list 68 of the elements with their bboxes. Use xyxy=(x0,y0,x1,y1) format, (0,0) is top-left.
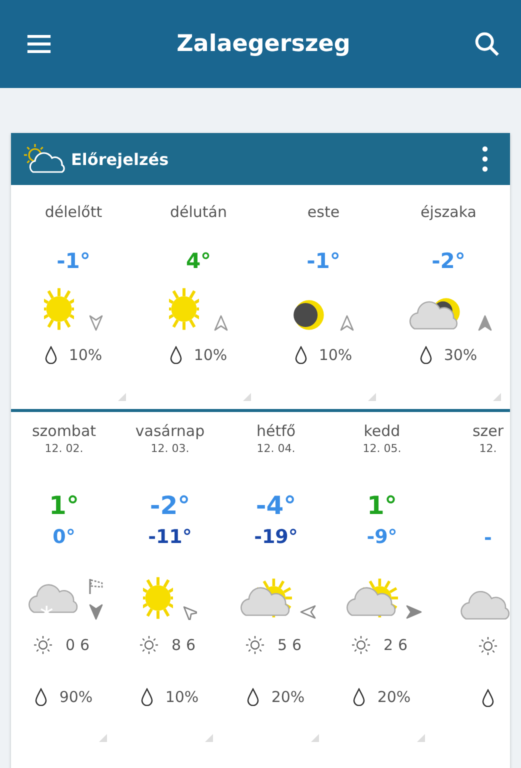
temperature: -2° xyxy=(432,249,466,273)
corner-mark xyxy=(493,393,501,401)
low-temperature: 0° xyxy=(52,526,76,548)
low-temperature: -11° xyxy=(148,526,192,548)
low-temperature: - xyxy=(484,527,492,549)
corner-mark xyxy=(118,393,126,401)
drop-icon xyxy=(353,688,366,706)
day-date: 12. 02. xyxy=(44,442,84,455)
precipitation-chance: 20% xyxy=(377,688,411,706)
high-temperature: 1° xyxy=(49,491,79,520)
day-date: 12. 04. xyxy=(256,442,296,455)
precipitation-chance: 20% xyxy=(271,688,305,706)
precipitation-chance: 10% xyxy=(318,346,352,364)
drop-icon xyxy=(247,688,260,706)
high-temperature: 1° xyxy=(367,491,397,520)
day-name: kedd xyxy=(364,422,400,440)
period-label: este xyxy=(307,203,340,221)
sun-outline-icon xyxy=(478,636,498,656)
period-label: délután xyxy=(170,203,227,221)
precipitation-chance: 90% xyxy=(59,688,93,706)
sun-cloud-icon xyxy=(21,143,65,175)
drop-icon xyxy=(482,689,494,707)
period-label: délelőtt xyxy=(44,203,102,221)
corner-mark xyxy=(417,734,425,742)
corner-mark xyxy=(311,734,319,742)
corner-mark xyxy=(99,734,107,742)
sunshine-hours: 06 xyxy=(65,636,95,654)
temperature: 4° xyxy=(186,249,212,273)
period-label: éjszaka xyxy=(420,203,476,221)
precipitation-chance: 10% xyxy=(68,346,102,364)
temperature: -1° xyxy=(56,249,90,273)
sun-outline-icon xyxy=(33,635,54,655)
drop-icon xyxy=(44,346,57,364)
day-name: szer xyxy=(472,422,504,440)
precipitation-chance: 10% xyxy=(194,346,228,364)
card-title: Előrejelzés xyxy=(71,150,170,168)
sunshine-hours: 26 xyxy=(383,636,413,654)
app-title: Zalaegerszeg xyxy=(176,31,350,57)
precipitation-chance: 30% xyxy=(444,346,478,364)
low-temperature: -9° xyxy=(366,526,398,548)
day-name: szombat xyxy=(32,422,96,440)
drop-icon xyxy=(294,346,307,364)
drop-icon xyxy=(35,688,48,706)
drop-icon xyxy=(420,346,432,364)
sun-outline-icon xyxy=(139,635,160,655)
corner-mark xyxy=(243,393,251,401)
search-icon[interactable] xyxy=(475,32,499,56)
temperature: -1° xyxy=(306,249,340,273)
high-temperature: -2° xyxy=(150,491,190,520)
more-icon[interactable] xyxy=(482,146,488,172)
day-date: 12. xyxy=(479,442,497,455)
windsock-icon xyxy=(88,578,104,594)
drop-icon xyxy=(141,688,154,706)
day-name: vasárnap xyxy=(135,422,205,440)
sun-outline-icon xyxy=(351,635,372,655)
sunshine-hours: 86 xyxy=(171,636,201,654)
low-temperature: -19° xyxy=(254,526,298,548)
sunshine-hours: 56 xyxy=(277,636,307,654)
day-date: 12. 05. xyxy=(362,442,402,455)
menu-icon[interactable] xyxy=(26,35,52,53)
corner-mark xyxy=(205,734,213,742)
drop-icon xyxy=(170,346,182,364)
precipitation-chance: 10% xyxy=(165,688,199,706)
sun-outline-icon xyxy=(245,635,266,655)
high-temperature: -4° xyxy=(256,491,296,520)
corner-mark xyxy=(368,393,376,401)
day-name: hétfő xyxy=(256,422,296,440)
day-date: 12. 03. xyxy=(150,442,190,455)
